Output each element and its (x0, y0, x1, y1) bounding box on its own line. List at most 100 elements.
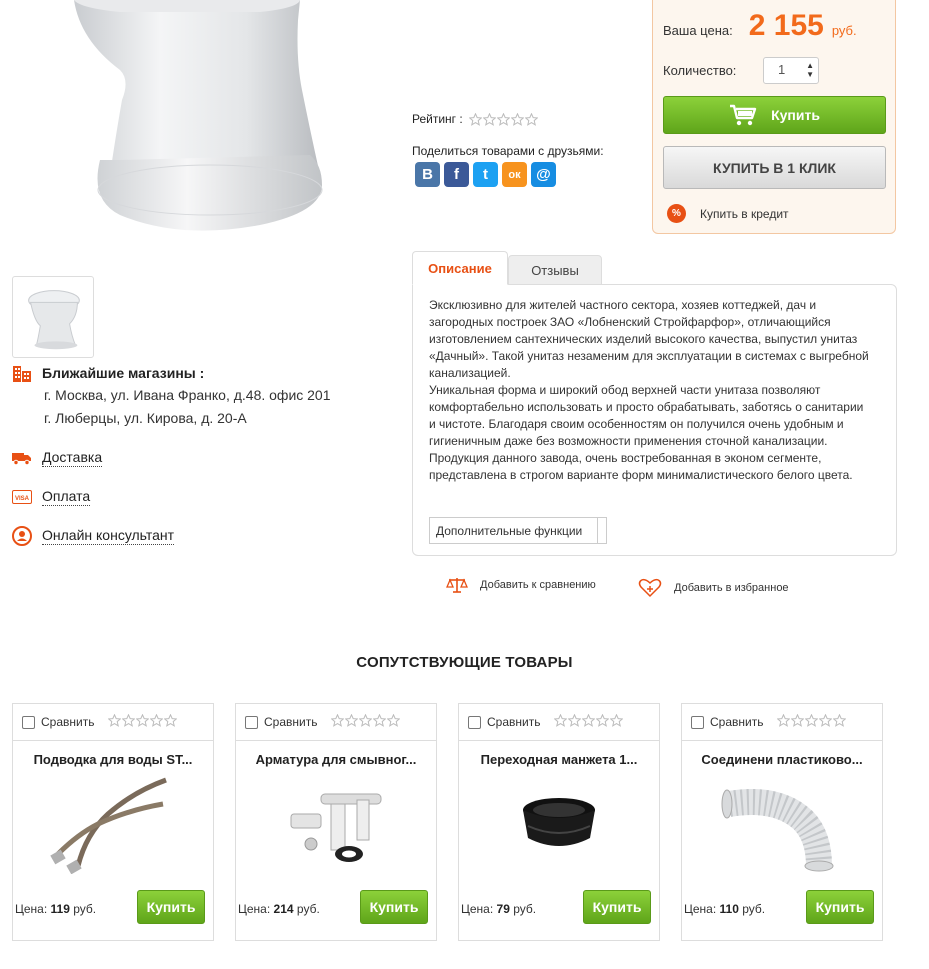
star-icon[interactable] (554, 713, 568, 727)
compare-checkbox[interactable] (22, 715, 35, 729)
add-to-compare[interactable]: Добавить к сравнению (446, 576, 596, 594)
star-icon[interactable] (164, 713, 178, 727)
share-block: Поделиться товарами с друзьями: В f t ок… (412, 144, 604, 187)
buy-button[interactable]: Купить (663, 96, 886, 134)
add-to-favorites[interactable]: Добавить в избранное (638, 578, 789, 598)
star-icon[interactable] (582, 713, 596, 727)
price-label: Ваша цена: (663, 23, 733, 38)
star-icon[interactable] (136, 713, 150, 727)
product-stars[interactable] (331, 713, 401, 727)
star-icon[interactable] (331, 713, 345, 727)
compare-checkbox[interactable] (245, 715, 258, 729)
product-stars[interactable] (554, 713, 624, 727)
tab-reviews[interactable]: Отзывы (508, 255, 602, 285)
mailru-icon[interactable]: @ (531, 162, 556, 187)
compare-checkbox-label: Сравнить (710, 715, 764, 729)
product-name[interactable]: Подводка для воды ST... (13, 752, 213, 767)
tab-description[interactable]: Описание (412, 251, 508, 285)
delivery-link[interactable]: Доставка (12, 449, 103, 467)
star-icon[interactable] (345, 713, 359, 727)
star-icon[interactable] (819, 713, 833, 727)
credit-link[interactable]: % Купить в кредит (667, 204, 789, 223)
buy-button[interactable]: Купить (806, 890, 874, 924)
compare-checkbox-label: Сравнить (487, 715, 541, 729)
extra-functions-label: Дополнительные функции (436, 523, 583, 538)
buy-label: Купить (369, 899, 419, 915)
price-currency: руб. (296, 902, 320, 916)
buy-label: Купить (815, 899, 865, 915)
payment-link[interactable]: VISA Оплата (12, 488, 91, 506)
compare-checkbox-label: Сравнить (41, 715, 95, 729)
stepper-up-icon[interactable]: ▲ (806, 61, 814, 70)
star-icon[interactable] (122, 713, 136, 727)
star-icon[interactable] (610, 713, 624, 727)
star-icon[interactable] (805, 713, 819, 727)
quantity-label: Количество: (663, 63, 737, 78)
product-image[interactable] (484, 774, 634, 874)
rating-label: Рейтинг : (412, 112, 463, 126)
price-label: Цена: (15, 902, 48, 916)
product-image[interactable] (261, 774, 411, 874)
price-label: Цена: (238, 902, 271, 916)
odnoklassniki-icon[interactable]: ок (502, 162, 527, 187)
price-value: 214 (273, 902, 294, 916)
product-stars[interactable] (777, 713, 847, 727)
product-name[interactable]: Соединени пластиково... (682, 752, 882, 767)
buy-button[interactable]: Купить (137, 890, 205, 924)
product-tabs: Описание Отзывы (412, 251, 602, 285)
star-icon[interactable] (833, 713, 847, 727)
price-value: 119 (50, 902, 70, 916)
one-click-label: КУПИТЬ В 1 КЛИК (713, 159, 836, 176)
related-product-card: Сравнить Переходная манжета 1... Цена: 7… (458, 703, 660, 941)
twitter-icon[interactable]: t (473, 162, 498, 187)
star-icon[interactable] (482, 112, 496, 126)
store-address: г. Люберцы, ул. Кирова, д. 20-А (44, 410, 247, 426)
rating-stars[interactable] (468, 112, 538, 126)
vk-icon[interactable]: В (415, 162, 440, 187)
product-price: Цена: 110 руб. (684, 902, 765, 916)
product-name[interactable]: Арматура для смывног... (236, 752, 436, 767)
building-icon (13, 366, 31, 382)
quantity-stepper[interactable]: 1 ▲ ▼ (763, 57, 819, 84)
star-icon[interactable] (387, 713, 401, 727)
star-icon[interactable] (524, 112, 538, 126)
price-currency: руб. (513, 902, 537, 916)
star-icon[interactable] (468, 112, 482, 126)
compare-label: Добавить к сравнению (480, 579, 596, 591)
product-thumbnail[interactable] (12, 276, 94, 358)
product-image[interactable] (38, 774, 188, 874)
star-icon[interactable] (496, 112, 510, 126)
buy-label: Купить (146, 899, 196, 915)
quantity-value: 1 (778, 62, 786, 77)
consultant-link[interactable]: Онлайн консультант (12, 526, 175, 546)
product-image[interactable] (707, 774, 857, 874)
star-icon[interactable] (510, 112, 524, 126)
product-price: Цена: 119 руб. (15, 902, 96, 916)
buy-button[interactable]: Купить (360, 890, 428, 924)
store-address: г. Москва, ул. Ивана Франко, д.48. офис … (44, 387, 331, 403)
star-icon[interactable] (777, 713, 791, 727)
price-label: Цена: (684, 902, 717, 916)
star-icon[interactable] (373, 713, 387, 727)
star-icon[interactable] (596, 713, 610, 727)
compare-checkbox[interactable] (468, 715, 481, 729)
extra-functions-button[interactable]: Дополнительные функции (429, 517, 607, 544)
facebook-icon[interactable]: f (444, 162, 469, 187)
price-label: Цена: (461, 902, 494, 916)
buy-label: Купить (592, 899, 642, 915)
star-icon[interactable] (568, 713, 582, 727)
stepper-down-icon[interactable]: ▼ (806, 70, 814, 79)
star-icon[interactable] (150, 713, 164, 727)
compare-checkbox[interactable] (691, 715, 704, 729)
star-icon[interactable] (359, 713, 373, 727)
one-click-buy-button[interactable]: КУПИТЬ В 1 КЛИК (663, 146, 886, 189)
related-title: СОПУТСТВУЮЩИЕ ТОВАРЫ (356, 654, 573, 671)
star-icon[interactable] (791, 713, 805, 727)
buy-box: Ваша цена: 2 155 руб. Количество: 1 ▲ ▼ … (652, 0, 896, 234)
product-name[interactable]: Переходная манжета 1... (459, 752, 659, 767)
buy-button[interactable]: Купить (583, 890, 651, 924)
related-product-card: Сравнить Соединени пластиково... Цена: 1… (681, 703, 883, 941)
product-stars[interactable] (108, 713, 178, 727)
star-icon[interactable] (108, 713, 122, 727)
buy-button-label: Купить (771, 107, 820, 123)
